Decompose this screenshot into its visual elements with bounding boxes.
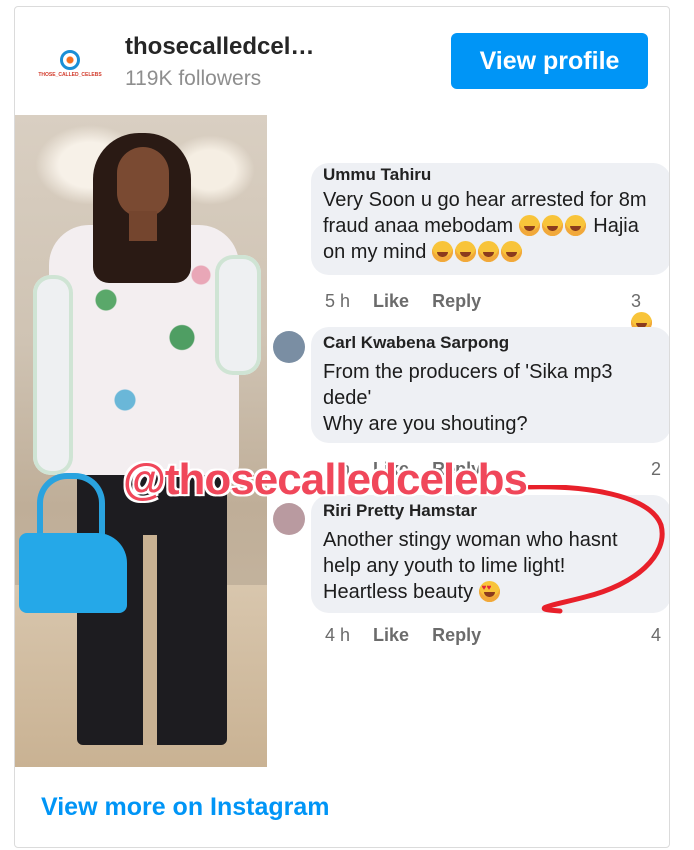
laughing-emoji-icon bbox=[500, 241, 522, 262]
commenter-avatar bbox=[273, 331, 305, 363]
post-image[interactable]: Ummu Tahiru Very Soon u go hear arrested… bbox=[15, 115, 669, 767]
comment-author: Ummu Tahiru bbox=[323, 165, 432, 184]
view-profile-button[interactable]: View profile bbox=[451, 33, 648, 89]
like-link: Like bbox=[373, 291, 410, 311]
comment-line: fraud anaa mebodam Hajia bbox=[323, 215, 639, 237]
reply-link: Reply bbox=[432, 625, 482, 645]
red-annotation-curve-icon bbox=[522, 485, 665, 614]
comment-line: From the producers of 'Sika mp3 bbox=[323, 361, 613, 383]
reaction-count: 4 bbox=[651, 625, 662, 645]
laughing-emoji-icon bbox=[477, 241, 499, 262]
handbag bbox=[19, 533, 127, 613]
reply-link: Reply bbox=[432, 291, 482, 311]
avatar-logo-text: THOSE_CALLED_CELEBS bbox=[38, 72, 102, 78]
laughing-emoji-icon bbox=[564, 215, 586, 236]
comment-line: dede' bbox=[323, 387, 372, 409]
comment-line: on my mind bbox=[323, 241, 524, 264]
view-more-on-instagram-link[interactable]: View more on Instagram bbox=[41, 793, 330, 822]
brand-logo-icon bbox=[60, 50, 80, 70]
comment-line: Why are you shouting? bbox=[323, 413, 528, 435]
comment-meta: 5 h Like Reply bbox=[325, 291, 481, 312]
comment-time: 4 h bbox=[325, 625, 351, 645]
comment-bubble: Ummu Tahiru Very Soon u go hear arrested… bbox=[311, 163, 669, 275]
profile-username[interactable]: thosecalledcel… bbox=[125, 33, 314, 61]
comments-screenshot: Ummu Tahiru Very Soon u go hear arrested… bbox=[267, 115, 669, 767]
watermark-text: @thosecalledcelebs bbox=[123, 455, 528, 504]
comment-meta: 4 h Like Reply bbox=[325, 625, 481, 646]
comment-author: Carl Kwabena Sarpong bbox=[323, 333, 510, 352]
like-link: Like bbox=[373, 625, 410, 645]
profile-avatar[interactable]: THOSE_CALLED_CELEBS bbox=[38, 35, 102, 93]
comment-bubble: Carl Kwabena Sarpong From the producers … bbox=[311, 327, 669, 443]
follower-count: 119K followers bbox=[125, 67, 262, 90]
laughing-emoji-icon bbox=[454, 241, 476, 262]
comment-time: 5 h bbox=[325, 291, 351, 311]
comment-line: Very Soon u go hear arrested for 8m bbox=[323, 189, 647, 211]
laughing-emoji-icon bbox=[518, 215, 540, 236]
laughing-emoji-icon bbox=[431, 241, 453, 262]
instagram-embed-card: THOSE_CALLED_CELEBS thosecalledcel… 119K… bbox=[14, 6, 670, 848]
reaction-count: 2 bbox=[651, 459, 662, 479]
celebrity-photo bbox=[15, 115, 267, 767]
laughing-emoji-icon bbox=[541, 215, 563, 236]
commenter-avatar bbox=[273, 503, 305, 535]
